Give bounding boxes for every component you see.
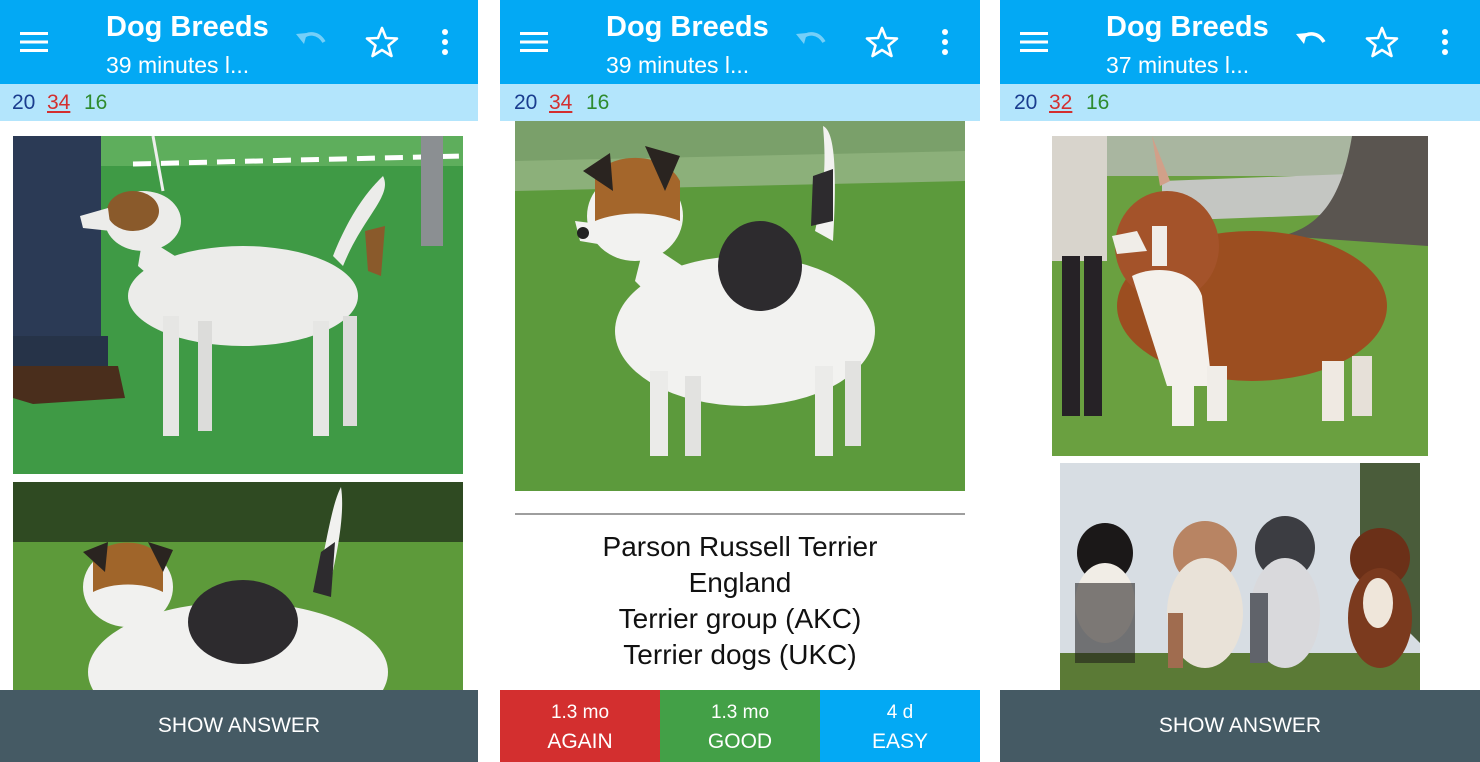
card-counts: 20 34 16 [0,84,478,121]
new-count: 20 [12,91,36,114]
star-icon[interactable] [362,22,402,62]
terrier-side-photo [13,136,463,474]
more-vert-icon[interactable] [1430,22,1460,62]
toolbar: Dog Breeds 39 minutes l... [0,0,478,84]
answer-text: Parson Russell Terrier England Terrier g… [500,529,980,673]
undo-icon[interactable] [1290,22,1330,62]
breed-ukc-group: Terrier dogs (UKC) [623,639,857,670]
terrier-front-photo [13,482,463,690]
deck-title: Dog Breeds [1106,11,1269,43]
breed-origin: England [688,567,792,598]
answer-divider [515,513,965,515]
deck-title: Dog Breeds [606,11,769,43]
review-count: 16 [1086,91,1110,114]
australian-shepherd-photo [1052,136,1428,456]
easy-interval: 4 d [886,702,914,723]
toolbar: Dog Breeds 39 minutes l... [500,0,980,84]
screen-question-2: Dog Breeds 37 minutes l... 20 32 16 SHOW… [1000,0,1480,762]
learning-count: 32 [1049,91,1073,114]
breed-name: Parson Russell Terrier [602,531,878,562]
easy-label: EASY [871,730,929,753]
breed-akc-group: Terrier group (AKC) [618,603,862,634]
undo-icon[interactable] [290,22,330,62]
show-answer-button[interactable]: SHOW ANSWER [0,690,478,762]
review-count: 16 [84,91,108,114]
easy-button[interactable]: 4 d EASY [820,690,980,762]
star-icon[interactable] [862,22,902,62]
menu-icon[interactable] [14,22,54,62]
show-answer-button[interactable]: SHOW ANSWER [1000,690,1480,762]
menu-icon[interactable] [1014,22,1054,62]
good-interval: 1.3 mo [710,702,770,723]
terrier-photo [515,121,965,491]
again-label: AGAIN [547,730,613,753]
learning-count: 34 [549,91,573,114]
card-content[interactable] [1000,121,1480,690]
four-shepherds-photo [1060,463,1420,690]
toolbar: Dog Breeds 37 minutes l... [1000,0,1480,84]
again-interval: 1.3 mo [550,702,610,723]
more-vert-icon[interactable] [430,22,460,62]
new-count: 20 [1014,91,1038,114]
star-icon[interactable] [1362,22,1402,62]
more-vert-icon[interactable] [930,22,960,62]
again-button[interactable]: 1.3 mo AGAIN [500,690,660,762]
card-content[interactable] [0,121,478,690]
card-content[interactable]: Parson Russell Terrier England Terrier g… [500,121,980,690]
ease-buttons: 1.3 mo AGAIN 1.3 mo GOOD 4 d EASY [500,690,980,762]
review-count: 16 [586,91,610,114]
screen-question-1: Dog Breeds 39 minutes l... 20 34 16 SHOW… [0,0,478,762]
good-button[interactable]: 1.3 mo GOOD [660,690,820,762]
time-remaining: 39 minutes l... [606,52,750,78]
good-label: GOOD [707,730,773,753]
card-counts: 20 32 16 [1000,84,1480,121]
menu-icon[interactable] [514,22,554,62]
screen-answer: Dog Breeds 39 minutes l... 20 34 16 Pars… [500,0,980,762]
new-count: 20 [514,91,538,114]
time-remaining: 37 minutes l... [1106,52,1250,78]
learning-count: 34 [47,91,71,114]
time-remaining: 39 minutes l... [106,52,250,78]
card-counts: 20 34 16 [500,84,980,121]
deck-title: Dog Breeds [106,11,269,43]
undo-icon[interactable] [790,22,830,62]
